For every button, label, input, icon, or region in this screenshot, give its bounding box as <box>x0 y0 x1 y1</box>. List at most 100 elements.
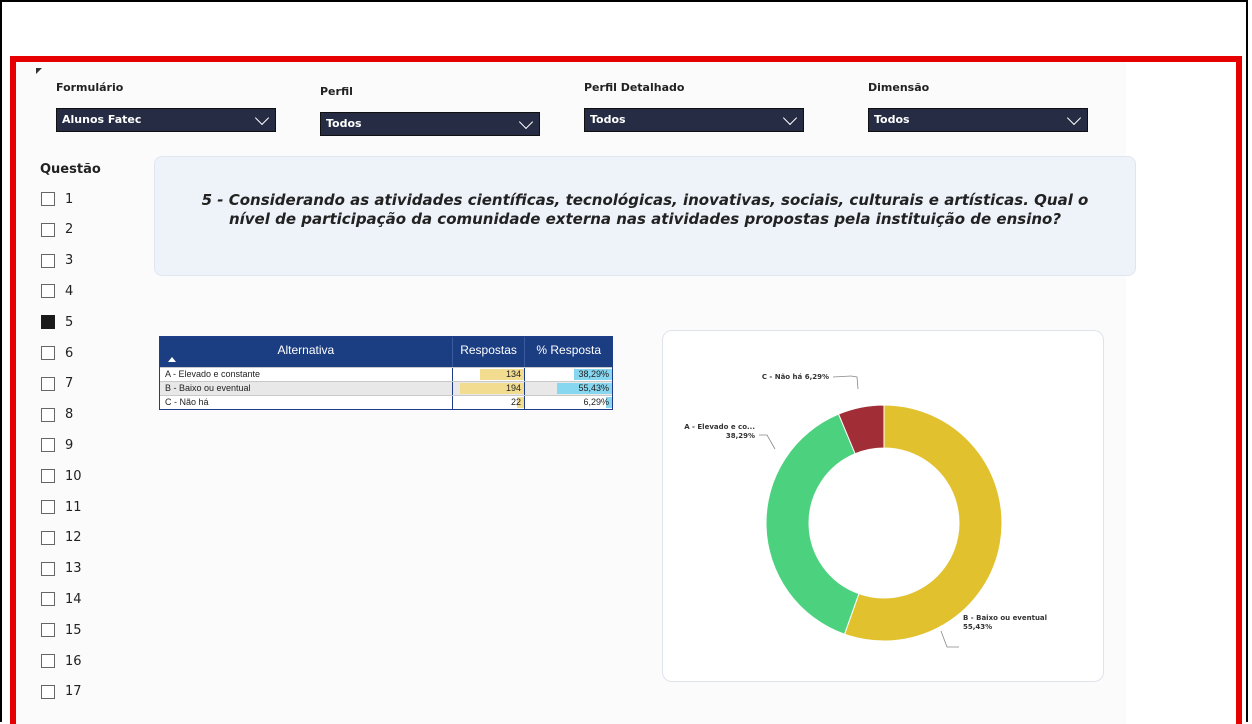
questao-checkbox-15[interactable] <box>41 623 55 638</box>
questao-item-label: 12 <box>65 530 82 546</box>
questao-item-label: 14 <box>65 591 82 607</box>
questao-item-16[interactable]: 16 <box>41 651 82 671</box>
report-right-margin <box>1126 62 1236 724</box>
questao-item-label: 8 <box>65 407 74 423</box>
questao-checkbox-12[interactable] <box>41 530 55 545</box>
column-header-respostas[interactable]: Respostas <box>453 337 526 367</box>
perfil-dropdown[interactable]: Todos <box>320 112 540 136</box>
questao-item-label: 11 <box>65 499 82 515</box>
cell-alternativa: B - Baixo ou eventual <box>160 382 453 395</box>
questao-checkbox-2[interactable] <box>41 222 55 237</box>
cell-respostas: 194 <box>453 382 525 395</box>
cell-pct: 55,43% <box>525 382 612 395</box>
table-row[interactable]: A - Elevado e constante 134 38,29% <box>160 367 612 381</box>
questao-item-7[interactable]: 7 <box>41 374 73 394</box>
chevron-down-icon <box>782 110 798 126</box>
perfil-detalhado-dropdown[interactable]: Todos <box>584 108 804 132</box>
questao-checkbox-3[interactable] <box>41 253 55 268</box>
questao-checkbox-9[interactable] <box>41 438 55 453</box>
questao-item-label: 2 <box>65 222 74 238</box>
respostas-value: 134 <box>505 369 521 379</box>
questao-item-10[interactable]: 10 <box>41 466 82 486</box>
label-a-name: A - Elevado e co... <box>684 423 755 431</box>
leader-line-a <box>759 434 776 450</box>
questao-item-5[interactable]: 5 <box>41 312 73 332</box>
cell-pct: 38,29% <box>525 368 612 381</box>
formulario-dropdown[interactable]: Alunos Fatec <box>56 108 276 132</box>
questao-checkbox-6[interactable] <box>41 346 55 360</box>
column-header-pct[interactable]: % Resposta <box>525 337 612 367</box>
questao-item-11[interactable]: 11 <box>41 497 82 517</box>
slicer-perfil-detalhado-label: Perfil Detalhado <box>584 81 685 94</box>
report-canvas: Formulário Alunos Fatec Perfil Todos Per… <box>16 62 1236 724</box>
questao-item-label: 13 <box>65 561 82 577</box>
questao-checkbox-16[interactable] <box>41 654 55 668</box>
sort-ascending-icon <box>168 357 176 362</box>
questao-item-label: 7 <box>65 376 74 392</box>
questao-item-label: 17 <box>65 684 82 700</box>
questao-item-label: 4 <box>65 283 74 299</box>
chevron-down-icon <box>254 110 270 126</box>
cell-alternativa: A - Elevado e constante <box>160 368 453 381</box>
questao-item-1[interactable]: 1 <box>41 189 73 209</box>
pct-value: 38,29% <box>578 369 609 379</box>
questao-item-label: 5 <box>65 314 74 330</box>
pct-value: 55,43% <box>578 383 609 393</box>
chevron-down-icon <box>1066 110 1082 126</box>
questao-item-12[interactable]: 12 <box>41 528 82 548</box>
question-card: 5 - Considerando as atividades científic… <box>154 156 1136 276</box>
table-row[interactable]: C - Não há 22 6,29% <box>160 395 612 409</box>
questao-checkbox-13[interactable] <box>41 561 55 576</box>
questao-checkbox-5[interactable] <box>41 315 55 330</box>
questao-checkbox-4[interactable] <box>41 284 55 299</box>
questao-checkbox-10[interactable] <box>41 469 55 484</box>
questao-checkbox-8[interactable] <box>41 407 55 422</box>
questao-item-label: 15 <box>65 622 82 638</box>
donut-chart: C - Não há 6,29% A - Elevado e co...38,29… <box>684 373 1047 648</box>
table-header: Alternativa Respostas % Resposta <box>160 337 612 367</box>
cell-pct: 6,29% <box>525 396 612 409</box>
questao-item-2[interactable]: 2 <box>41 220 73 240</box>
questao-item-4[interactable]: 4 <box>41 281 73 301</box>
questao-checkbox-11[interactable] <box>41 500 55 514</box>
results-table: Alternativa Respostas % Resposta A - Ele… <box>159 336 613 410</box>
label-a-pct: 38,29% <box>726 432 755 440</box>
slicer-perfil-label: Perfil <box>320 85 353 98</box>
questao-item-label: 1 <box>65 191 74 207</box>
questao-item-17[interactable]: 17 <box>41 682 82 702</box>
donut-slice-a[interactable] <box>765 413 860 635</box>
perfil-detalhado-value: Todos <box>590 113 626 126</box>
questao-item-label: 16 <box>65 653 82 669</box>
questao-item-6[interactable]: 6 <box>41 343 73 363</box>
questao-checkbox-14[interactable] <box>41 592 55 607</box>
slicer-dimensao: Dimensão Todos <box>868 80 1088 132</box>
slicer-perfil-detalhado: Perfil Detalhado Todos <box>584 80 804 132</box>
column-header-alternativa[interactable]: Alternativa <box>160 337 453 367</box>
table-row[interactable]: B - Baixo ou eventual 194 55,43% <box>160 381 612 395</box>
questao-checkbox-7[interactable] <box>41 376 55 391</box>
questao-item-3[interactable]: 3 <box>41 251 73 271</box>
questao-item-9[interactable]: 9 <box>41 435 73 455</box>
question-text: 5 - Considerando as atividades científic… <box>201 191 1089 228</box>
cell-respostas: 22 <box>453 396 525 409</box>
dimensao-value: Todos <box>874 113 910 126</box>
questao-label: Questão <box>40 162 101 177</box>
questao-checkbox-1[interactable] <box>41 192 55 206</box>
formulario-value: Alunos Fatec <box>62 113 142 126</box>
respostas-value: 22 <box>510 397 521 407</box>
label-b-name: B - Baixo ou eventual <box>963 614 1047 622</box>
slicer-perfil: Perfil Todos <box>320 84 540 136</box>
questao-checkbox-17[interactable] <box>41 684 55 699</box>
label-b-pct: 55,43% <box>963 623 992 631</box>
slicer-formulario: Formulário Alunos Fatec <box>56 80 276 132</box>
cell-alternativa: C - Não há <box>160 396 453 409</box>
pct-value: 6,29% <box>583 397 609 407</box>
questao-item-label: 10 <box>65 468 82 484</box>
dimensao-dropdown[interactable]: Todos <box>868 108 1088 132</box>
column-header-alternativa-label: Alternativa <box>277 343 335 357</box>
questao-item-14[interactable]: 14 <box>41 589 82 609</box>
questao-item-8[interactable]: 8 <box>41 405 73 425</box>
questao-item-label: 6 <box>65 345 74 361</box>
questao-item-15[interactable]: 15 <box>41 620 82 640</box>
questao-item-13[interactable]: 13 <box>41 559 82 579</box>
